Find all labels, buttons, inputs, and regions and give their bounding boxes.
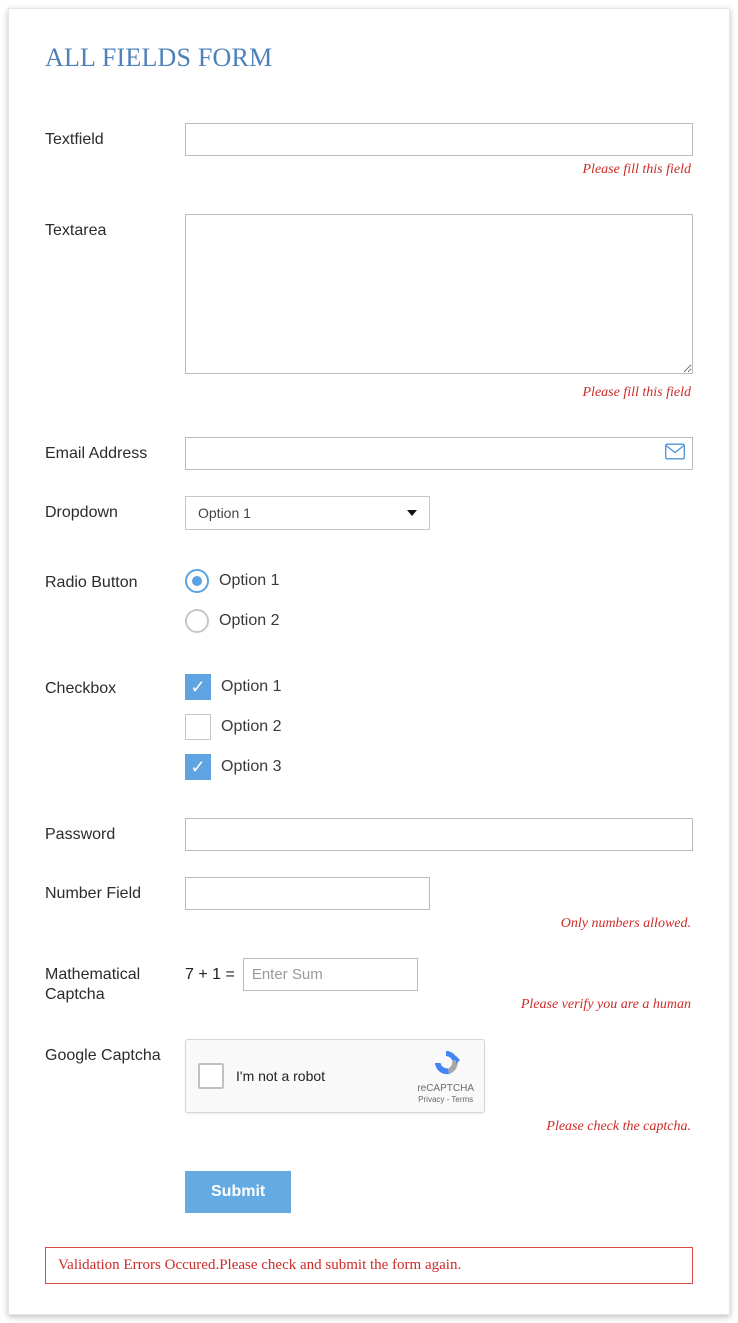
row-textfield: Textfield Please fill this field [45,123,693,178]
row-gcaptcha: Google Captcha I'm not a robot reCAPTCHA… [45,1039,693,1135]
checkbox-option-3-label: Option 3 [221,758,281,776]
checkbox-icon [185,714,211,740]
textfield-error: Please fill this field [185,156,693,178]
label-textfield: Textfield [45,123,185,150]
dropdown-select[interactable]: Option 1 [185,496,430,530]
label-gcaptcha: Google Captcha [45,1039,185,1066]
label-number: Number Field [45,877,185,904]
checkbox-option-2-label: Option 2 [221,718,281,736]
envelope-icon [665,443,685,464]
row-textarea: Textarea Please fill this field [45,214,693,401]
recaptcha-icon [431,1048,461,1078]
email-input[interactable] [185,437,693,470]
label-checkbox: Checkbox [45,672,185,699]
form-title: ALL FIELDS FORM [45,43,693,73]
row-mathcaptcha: Mathematical Captcha 7 + 1 = Please veri… [45,958,693,1013]
radio-option-2[interactable]: Option 2 [185,606,693,636]
checkbox-option-2[interactable]: Option 2 [185,712,693,742]
password-input[interactable] [185,818,693,851]
label-email: Email Address [45,437,185,464]
radio-circle-icon [185,609,209,633]
label-textarea: Textarea [45,214,185,241]
checkbox-option-1-label: Option 1 [221,678,281,696]
checkbox-option-1[interactable]: ✓ Option 1 [185,672,693,702]
form-card: ALL FIELDS FORM Textfield Please fill th… [8,8,730,1315]
textfield-input[interactable] [185,123,693,156]
mathcaptcha-input[interactable] [243,958,418,991]
radio-circle-icon [185,569,209,593]
checkbox-option-3[interactable]: ✓ Option 3 [185,752,693,782]
row-radio: Radio Button Option 1 Option 2 [45,566,693,646]
radio-option-1-label: Option 1 [219,572,279,590]
number-error: Only numbers allowed. [185,910,693,932]
mathcaptcha-question: 7 + 1 = [185,966,235,984]
mathcaptcha-error: Please verify you are a human [185,991,693,1013]
submit-button[interactable]: Submit [185,1171,291,1213]
textarea-error: Please fill this field [185,379,693,401]
label-password: Password [45,818,185,845]
recaptcha-brand-label: reCAPTCHA [417,1083,474,1095]
row-password: Password [45,818,693,851]
dropdown-selected: Option 1 [198,505,251,521]
row-dropdown: Dropdown Option 1 [45,496,693,530]
row-checkbox: Checkbox ✓ Option 1 Option 2 ✓ Option 3 [45,672,693,792]
textarea-input[interactable] [185,214,693,374]
recaptcha-widget[interactable]: I'm not a robot reCAPTCHA Privacy - Term… [185,1039,485,1113]
row-email: Email Address [45,437,693,470]
checkbox-icon: ✓ [185,754,211,780]
global-error: Validation Errors Occured.Please check a… [45,1247,693,1284]
checkbox-icon: ✓ [185,674,211,700]
label-radio: Radio Button [45,566,185,593]
number-input[interactable] [185,877,430,910]
gcaptcha-error: Please check the captcha. [185,1113,693,1135]
radio-option-2-label: Option 2 [219,612,279,630]
recaptcha-text: I'm not a robot [224,1068,417,1084]
chevron-down-icon [407,510,417,516]
radio-option-1[interactable]: Option 1 [185,566,693,596]
label-dropdown: Dropdown [45,496,185,523]
row-number: Number Field Only numbers allowed. [45,877,693,932]
row-submit: Submit [45,1171,693,1213]
recaptcha-brand: reCAPTCHA Privacy - Terms [417,1048,474,1104]
recaptcha-legal: Privacy - Terms [417,1095,474,1105]
label-mathcaptcha: Mathematical Captcha [45,958,185,1005]
recaptcha-checkbox[interactable] [198,1063,224,1089]
